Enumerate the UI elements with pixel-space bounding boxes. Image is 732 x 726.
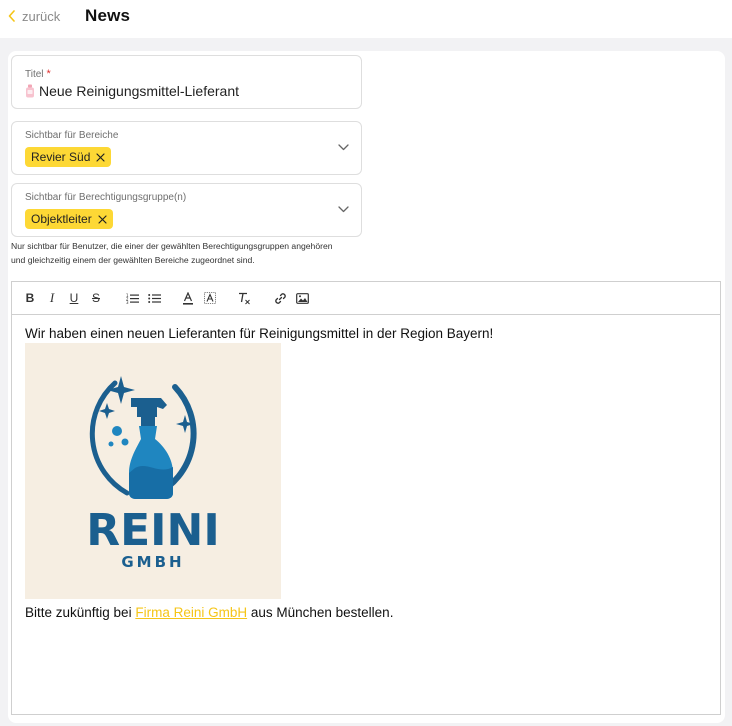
logo-text-sub: GMBH xyxy=(121,553,184,571)
required-mark: * xyxy=(46,68,51,80)
group-chip-label: Objektleiter xyxy=(31,212,92,226)
svg-text:3: 3 xyxy=(126,300,129,304)
areas-label: Sichtbar für Bereiche xyxy=(25,130,119,141)
title-value-text: Neue Reinigungsmittel-Lieferant xyxy=(39,83,239,99)
paragraph-intro: Wir haben einen neuen Lieferanten für Re… xyxy=(25,326,494,341)
order-note-prefix: Bitte zukünftig bei xyxy=(25,605,136,620)
order-note-suffix: aus München bestellen. xyxy=(247,605,394,620)
bullet-list-button[interactable] xyxy=(146,290,162,306)
ordered-list-button[interactable]: 1 2 3 xyxy=(124,290,140,306)
close-icon[interactable] xyxy=(98,214,107,224)
top-bar: zurück News xyxy=(0,0,732,38)
area-chip-revier-sued: Revier Süd xyxy=(25,147,112,167)
title-label-text: Titel xyxy=(25,69,44,80)
logo-text-main: REINI xyxy=(86,505,220,556)
link-icon xyxy=(274,292,286,304)
hint-line-1: Nur sichtbar für Benutzer, die einer der… xyxy=(11,241,333,251)
spray-bottle-emoji-icon xyxy=(26,84,34,98)
title-value[interactable]: Neue Reinigungsmittel-Lieferant xyxy=(25,83,239,99)
background-color-button[interactable] xyxy=(202,290,218,306)
image-icon xyxy=(295,292,309,304)
visibility-hint: Nur sichtbar für Benutzer, die einer der… xyxy=(11,239,361,267)
group-chip-objektleiter: Objektleiter xyxy=(25,209,113,229)
areas-select[interactable]: Sichtbar für Bereiche Revier Süd xyxy=(11,121,362,175)
rich-text-editor: B I U S 1 2 3 Wir haben einen neuen Lief… xyxy=(11,281,721,715)
bold-button[interactable]: B xyxy=(22,290,38,306)
text-color-button[interactable] xyxy=(180,290,196,306)
paragraph-order-note: Bitte zukünftig bei Firma Reini GmbH aus… xyxy=(25,605,715,621)
reini-gmbh-logo-image: REINI GMBH xyxy=(25,343,281,599)
title-field[interactable]: Titel * Neue Reinigungsmittel-Lieferant xyxy=(11,55,362,109)
underline-button[interactable]: U xyxy=(66,290,82,306)
area-chip-label: Revier Süd xyxy=(31,150,91,164)
hint-line-2: und gleichzeitig einem der gewählten Ber… xyxy=(11,255,255,265)
background-color-icon xyxy=(204,291,216,304)
image-button[interactable] xyxy=(294,290,310,306)
close-icon[interactable] xyxy=(96,152,105,162)
chevron-down-icon[interactable] xyxy=(338,206,349,213)
groups-label: Sichtbar für Berechtigungsgruppe(n) xyxy=(25,192,187,203)
editor-toolbar: B I U S 1 2 3 xyxy=(12,282,720,315)
clear-format-icon xyxy=(239,292,250,304)
bullet-list-icon xyxy=(147,293,161,303)
italic-button[interactable]: I xyxy=(44,290,60,306)
page-title: News xyxy=(85,6,131,25)
chevron-left-icon xyxy=(8,10,15,22)
back-button[interactable]: zurück xyxy=(8,8,60,24)
title-field-label: Titel * xyxy=(25,68,51,80)
back-label: zurück xyxy=(22,8,61,24)
clear-format-button[interactable] xyxy=(236,290,252,306)
strikethrough-button[interactable]: S xyxy=(88,290,104,306)
groups-select[interactable]: Sichtbar für Berechtigungsgruppe(n) Obje… xyxy=(11,183,362,237)
link-button[interactable] xyxy=(272,290,288,306)
editor-content[interactable]: Wir haben einen neuen Lieferanten für Re… xyxy=(25,326,715,621)
company-link[interactable]: Firma Reini GmbH xyxy=(135,605,247,620)
chevron-down-icon[interactable] xyxy=(338,144,349,151)
text-color-icon xyxy=(183,291,193,305)
ordered-list-icon: 1 2 3 xyxy=(126,293,139,304)
